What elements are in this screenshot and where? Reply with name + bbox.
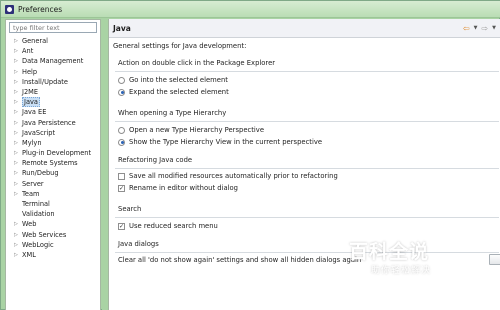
tree-item-java[interactable]: ▷ Java — [6, 97, 100, 108]
title-bar: Preferences — [1, 1, 500, 18]
reduced-search-menu-option[interactable]: ✓ Use reduced search menu — [118, 221, 218, 231]
group-title: Refactoring Java code — [118, 156, 193, 164]
expand-arrow-icon[interactable]: ▷ — [14, 189, 18, 199]
tree-item-remote-systems[interactable]: ▷ Remote Systems — [6, 158, 100, 168]
group-title: Search — [118, 205, 142, 213]
tree-item-mylyn[interactable]: ▷ Mylyn — [6, 138, 100, 148]
tree-item-j2me[interactable]: ▷ J2ME — [6, 87, 100, 97]
expand-arrow-icon[interactable]: ▷ — [14, 138, 18, 148]
clear-button[interactable] — [489, 254, 500, 265]
tree-item-install-update[interactable]: ▷ Install/Update — [6, 77, 100, 87]
save-resources-option[interactable]: Save all modified resources automaticall… — [118, 171, 338, 181]
radio-button[interactable] — [118, 88, 125, 96]
tree-item-weblogic[interactable]: ▷ WebLogic — [6, 240, 100, 250]
expand-arrow-icon[interactable]: ▷ — [14, 128, 18, 138]
tree-item-server[interactable]: ▷ Server — [6, 179, 100, 189]
expand-arrow-icon[interactable]: ▷ — [14, 36, 18, 46]
tree-item-web[interactable]: ▷ Web — [6, 219, 100, 229]
tree-item-javascript[interactable]: ▷ JavaScript — [6, 128, 100, 138]
preference-tree: ▷ General ▷ Ant ▷ Data Management ▷ Help ▷ In… — [6, 36, 100, 260]
watermark: 百科全说 助你轻松解决 — [349, 237, 465, 281]
tree-item-general[interactable]: ▷ General — [6, 36, 100, 46]
clear-dialogs-text: Clear all 'do not show again' settings a… — [118, 256, 362, 264]
tree-item-ant[interactable]: ▷ Ant — [6, 46, 100, 56]
go-into-option[interactable]: Go into the selected element — [118, 75, 228, 85]
expand-arrow-icon[interactable]: ▷ — [14, 158, 18, 168]
checkbox[interactable] — [118, 172, 125, 180]
tree-item-validation[interactable]: Validation — [6, 209, 100, 219]
expand-arrow-icon[interactable]: ▷ — [14, 118, 18, 128]
preferences-window: Preferences ▷General ▷Ant ▷Data Manageme… — [0, 0, 500, 310]
tree-item-data-management[interactable]: ▷ Data Management — [6, 56, 100, 66]
radio-button[interactable] — [118, 126, 125, 134]
tree-item-terminal[interactable]: Terminal — [6, 199, 100, 209]
expand-arrow-icon[interactable]: ▷ — [14, 97, 18, 107]
expand-arrow-icon[interactable]: ▷ — [14, 148, 18, 158]
back-arrow-icon[interactable]: ⇦ — [463, 23, 470, 34]
expand-arrow-icon[interactable]: ▷ — [14, 46, 18, 56]
tree-item-team[interactable]: ▷ Team — [6, 189, 100, 199]
tree-item-web-services[interactable]: ▷ Web Services — [6, 230, 100, 240]
forward-dropdown-icon[interactable]: ▼ — [492, 23, 496, 34]
watermark-sub-text: 助你轻松解决 — [371, 266, 432, 276]
tree-item-java-persistence[interactable]: ▷ Java Persistence — [6, 118, 100, 128]
group-separator — [115, 217, 499, 218]
group-title: Java dialogs — [118, 240, 159, 248]
group-separator — [115, 71, 499, 72]
history-nav: ⇦ ▼ ⇨ ▼ — [463, 23, 496, 34]
page-title: Java — [113, 24, 131, 33]
tree-item-plug-in-development[interactable]: ▷ Plug-in Development — [6, 148, 100, 158]
group-separator — [115, 121, 499, 122]
window-title: Preferences — [18, 5, 63, 14]
tree-item-run-debug[interactable]: ▷ Run/Debug — [6, 168, 100, 178]
checkbox[interactable]: ✓ — [118, 184, 125, 192]
expand-arrow-icon[interactable]: ▷ — [14, 67, 18, 77]
expand-arrow-icon[interactable]: ▷ — [14, 77, 18, 87]
refactoring-group: Refactoring Java code Save all modified … — [115, 156, 499, 206]
group-title: When opening a Type Hierarchy — [118, 109, 227, 117]
watermark-main-text: 百科全说 — [349, 241, 430, 263]
expand-arrow-icon[interactable]: ▷ — [14, 107, 18, 117]
back-dropdown-icon[interactable]: ▼ — [474, 23, 478, 34]
tree-item-help[interactable]: ▷ Help — [6, 67, 100, 77]
eclipse-icon — [5, 5, 14, 14]
expand-arrow-icon[interactable]: ▷ — [14, 219, 18, 229]
group-separator — [115, 168, 499, 169]
open-perspective-option[interactable]: Open a new Type Hierarchy Perspective — [118, 125, 264, 135]
group-title: Action on double click in the Package Ex… — [118, 59, 276, 67]
page-description: General settings for Java development: — [113, 42, 247, 50]
filter-input[interactable] — [9, 22, 97, 33]
expand-arrow-icon[interactable]: ▷ — [14, 87, 18, 97]
expand-arrow-icon[interactable]: ▷ — [14, 240, 18, 250]
checkbox[interactable]: ✓ — [118, 222, 125, 230]
double-click-group: Action on double click in the Package Ex… — [115, 59, 499, 109]
search-group: Search ✓ Use reduced search menu — [115, 205, 499, 235]
expand-arrow-icon[interactable]: ▷ — [14, 168, 18, 178]
type-hierarchy-group: When opening a Type Hierarchy Open a new… — [115, 109, 499, 159]
radio-button[interactable] — [118, 76, 125, 84]
tree-item-xml[interactable]: ▷ XML — [6, 250, 100, 260]
page-header: Java ⇦ ▼ ⇨ ▼ — [109, 19, 500, 38]
rename-in-editor-option[interactable]: ✓ Rename in editor without dialog — [118, 183, 238, 193]
preference-tree-panel: ▷General ▷Ant ▷Data Management ▷Help ▷In… — [5, 19, 101, 310]
expand-arrow-icon[interactable]: ▷ — [14, 250, 18, 260]
expand-arrow-icon[interactable]: ▷ — [14, 179, 18, 189]
expand-arrow-icon[interactable]: ▷ — [14, 230, 18, 240]
tree-item-java-ee[interactable]: ▷ Java EE — [6, 107, 100, 117]
expand-option[interactable]: Expand the selected element — [118, 87, 229, 97]
forward-arrow-icon[interactable]: ⇨ — [481, 23, 488, 34]
radio-button[interactable] — [118, 138, 125, 146]
show-view-option[interactable]: Show the Type Hierarchy View in the curr… — [118, 137, 322, 147]
expand-arrow-icon[interactable]: ▷ — [14, 56, 18, 66]
